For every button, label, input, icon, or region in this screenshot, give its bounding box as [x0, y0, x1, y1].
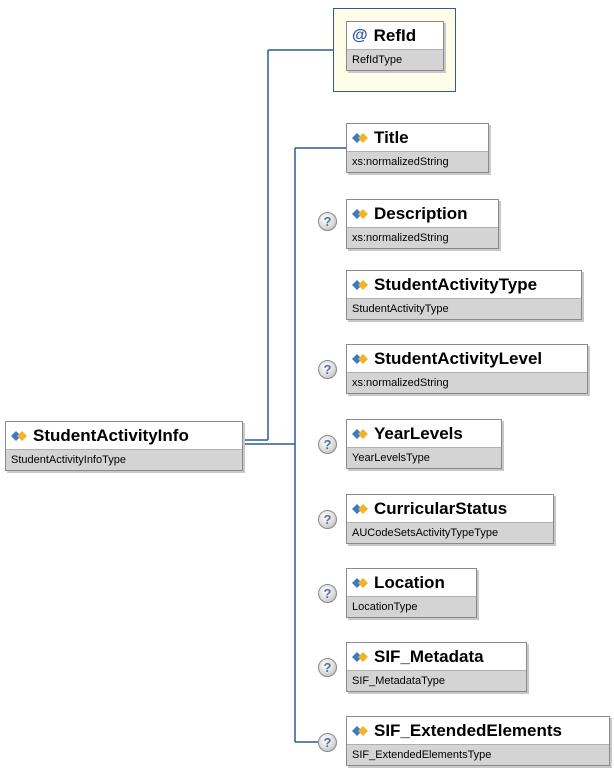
element-type: YearLevelsType — [347, 447, 501, 468]
root-element-name: StudentActivityInfo — [6, 422, 242, 449]
element-box-title[interactable]: Title xs:normalizedString — [346, 123, 489, 173]
element-type: StudentActivityType — [347, 298, 581, 319]
optional-marker-icon: ? — [318, 360, 337, 379]
element-name: YearLevels — [347, 420, 501, 447]
element-box-curricularstatus[interactable]: CurricularStatus AUCodeSetsActivityTypeT… — [346, 494, 554, 544]
element-icon — [352, 503, 368, 514]
optional-marker-icon: ? — [318, 212, 337, 231]
element-type: SIF_ExtendedElementsType — [347, 744, 609, 765]
element-name: SIF_ExtendedElements — [347, 717, 609, 744]
optional-marker-icon: ? — [318, 658, 337, 677]
element-box-yearlevels[interactable]: YearLevels YearLevelsType — [346, 419, 502, 469]
element-icon — [352, 208, 368, 219]
element-icon — [352, 428, 368, 439]
element-type: LocationType — [347, 596, 476, 617]
optional-marker-icon: ? — [318, 510, 337, 529]
element-box-sif-extendedelements[interactable]: SIF_ExtendedElements SIF_ExtendedElement… — [346, 716, 610, 766]
element-name: CurricularStatus — [347, 495, 553, 522]
element-type: xs:normalizedString — [347, 372, 587, 393]
element-icon — [352, 651, 368, 662]
element-icon — [352, 725, 368, 736]
root-element-box[interactable]: StudentActivityInfo StudentActivityInfoT… — [5, 421, 243, 471]
element-type: xs:normalizedString — [347, 151, 488, 172]
element-name: Title — [347, 124, 488, 151]
element-type: SIF_MetadataType — [347, 670, 526, 691]
element-name: SIF_Metadata — [347, 643, 526, 670]
element-icon — [352, 353, 368, 364]
element-name: StudentActivityType — [347, 271, 581, 298]
attribute-name: @ RefId — [352, 26, 417, 45]
element-icon — [11, 430, 27, 441]
element-box-location[interactable]: Location LocationType — [346, 568, 477, 618]
element-name: Description — [347, 200, 498, 227]
element-name: Location — [347, 569, 476, 596]
attribute-box-refid[interactable]: @ RefId RefIdType — [346, 21, 444, 71]
element-icon — [352, 577, 368, 588]
root-element-type: StudentActivityInfoType — [6, 449, 242, 470]
optional-marker-icon: ? — [318, 435, 337, 454]
element-box-studentactivitylevel[interactable]: StudentActivityLevel xs:normalizedString — [346, 344, 588, 394]
element-type: xs:normalizedString — [347, 227, 498, 248]
element-box-sif-metadata[interactable]: SIF_Metadata SIF_MetadataType — [346, 642, 527, 692]
optional-marker-icon: ? — [318, 584, 337, 603]
attribute-type: RefIdType — [347, 49, 443, 70]
at-icon: @ — [352, 26, 368, 44]
element-type: AUCodeSetsActivityTypeType — [347, 522, 553, 543]
element-icon — [352, 279, 368, 290]
element-box-studentactivitytype[interactable]: StudentActivityType StudentActivityType — [346, 270, 582, 320]
attribute-group: @ RefId RefIdType — [333, 8, 456, 92]
element-name: StudentActivityLevel — [347, 345, 587, 372]
optional-marker-icon: ? — [318, 733, 337, 752]
element-icon — [352, 132, 368, 143]
element-box-description[interactable]: Description xs:normalizedString — [346, 199, 499, 249]
